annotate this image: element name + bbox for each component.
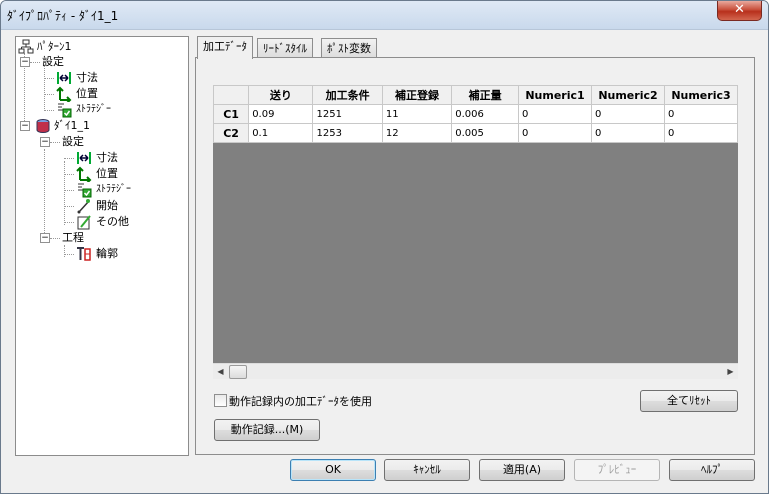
tree-label: ﾀﾞｲ1_1: [54, 119, 90, 132]
use-recorded-data-checkbox[interactable]: [214, 394, 227, 407]
window-title: ﾀﾞｲﾌﾟﾛﾊﾟﾃｨ - ﾀﾞｲ1_1: [7, 9, 119, 23]
cancel-button[interactable]: ｷｬﾝｾﾙ: [384, 459, 470, 481]
table-row: C2 0.1 1253 12 0.005 0 0 0: [213, 123, 738, 143]
tree-line: [44, 78, 54, 79]
table-cell[interactable]: 0.005: [451, 123, 520, 143]
tree-line: [44, 110, 54, 111]
column-header[interactable]: Numeric1: [518, 85, 592, 105]
column-header[interactable]: 送り: [248, 85, 314, 105]
dimension-icon: [77, 152, 91, 164]
column-header[interactable]: 加工条件: [312, 85, 383, 105]
ok-button[interactable]: OK: [290, 459, 376, 481]
tree-line: [64, 206, 74, 207]
column-header[interactable]: Numeric2: [591, 85, 665, 105]
table-row: C1 0.09 1251 11 0.006 0 0 0: [213, 104, 738, 124]
tree-line: [44, 94, 54, 95]
tree-line: [50, 142, 60, 143]
tree-line: [64, 222, 74, 223]
tree-label: ｽﾄﾗﾃｼﾞｰ: [96, 184, 131, 195]
die-icon: [36, 119, 50, 134]
tab-lead-style[interactable]: ﾘｰﾄﾞｽﾀｲﾙ: [257, 38, 313, 58]
tree-label: 寸法: [96, 151, 118, 164]
tree-label: 開始: [96, 199, 118, 212]
table-cell[interactable]: 0.09: [248, 104, 314, 124]
row-header[interactable]: C2: [213, 123, 250, 143]
collapse-icon[interactable]: −: [20, 121, 30, 131]
tree-label: 工程: [62, 231, 84, 244]
table-cell[interactable]: 0: [663, 123, 738, 143]
data-table: 送り 加工条件 補正登録 補正量 Numeric1 Numeric2 Numer…: [213, 85, 738, 143]
dimension-icon: [57, 72, 71, 84]
row-header[interactable]: C1: [213, 104, 250, 124]
table-header-row: 送り 加工条件 補正登録 補正量 Numeric1 Numeric2 Numer…: [213, 85, 738, 105]
tree-label: その他: [96, 215, 129, 228]
tree-label: 位置: [96, 167, 118, 180]
tree-line: [30, 62, 40, 63]
apply-button[interactable]: 適用(A): [479, 459, 565, 481]
table-cell[interactable]: 11: [381, 104, 453, 124]
position-icon: [76, 166, 92, 182]
table-cell[interactable]: 1251: [312, 104, 383, 124]
tree-line: [64, 190, 74, 191]
tree-line: [44, 149, 45, 241]
reset-all-button[interactable]: 全てﾘｾｯﾄ: [640, 390, 738, 412]
title-bar[interactable]: ﾀﾞｲﾌﾟﾛﾊﾟﾃｨ - ﾀﾞｲ1_1 ✕: [1, 1, 768, 30]
tree-label: ｽﾄﾗﾃｼﾞｰ: [76, 104, 111, 115]
column-header[interactable]: Numeric3: [663, 85, 738, 105]
tree-line: [64, 245, 65, 257]
scroll-right-icon[interactable]: ▶: [723, 364, 738, 379]
dialog-window: ﾀﾞｲﾌﾟﾛﾊﾟﾃｨ - ﾀﾞｲ1_1 ✕ ﾊﾟﾀｰﾝ1 − 設定 寸法 位置: [0, 0, 769, 494]
scroll-thumb[interactable]: [229, 365, 247, 379]
column-header[interactable]: 補正登録: [381, 85, 453, 105]
corner-cell: [213, 85, 250, 105]
table-cell[interactable]: 0.006: [451, 104, 520, 124]
tree-label: 設定: [62, 135, 84, 148]
position-icon: [56, 86, 72, 102]
other-icon: [77, 215, 91, 230]
tree-line: [64, 158, 74, 159]
tree-line: [44, 65, 45, 109]
tree-line: [64, 254, 74, 255]
column-header[interactable]: 補正量: [451, 85, 520, 105]
horizontal-scrollbar[interactable]: ◀ ▶: [213, 363, 738, 379]
collapse-icon[interactable]: −: [40, 233, 50, 243]
start-icon: [77, 199, 90, 214]
scroll-left-icon[interactable]: ◀: [213, 364, 228, 379]
preview-button: ﾌﾟﾚﾋﾞｭｰ: [574, 459, 660, 481]
property-tree[interactable]: ﾊﾟﾀｰﾝ1 − 設定 寸法 位置 ｽﾄﾗﾃｼﾞｰ − ﾀﾞｲ1_1 − 設定 …: [15, 36, 189, 456]
tab-post-variables[interactable]: ﾎﾟｽﾄ変数: [321, 38, 377, 58]
table-cell[interactable]: 0: [591, 104, 665, 124]
close-button[interactable]: ✕: [717, 1, 762, 21]
table-cell[interactable]: 0: [663, 104, 738, 124]
action-record-button[interactable]: 動作記録...(M): [214, 419, 320, 441]
network-icon: [18, 39, 34, 54]
tab-machining-data[interactable]: 加工ﾃﾞｰﾀ: [197, 36, 253, 59]
strategy-icon: [58, 103, 72, 118]
strategy-icon: [78, 183, 92, 198]
tree-label: 輪郭: [96, 247, 118, 260]
tree-line: [64, 161, 65, 225]
checkbox-label: 動作記録内の加工ﾃﾞｰﾀを使用: [229, 395, 372, 408]
tree-label: ﾊﾟﾀｰﾝ1: [37, 40, 72, 53]
tree-label: 位置: [76, 87, 98, 100]
table-cell[interactable]: 0.1: [248, 123, 314, 143]
machining-data-grid[interactable]: 送り 加工条件 補正登録 補正量 Numeric1 Numeric2 Numer…: [213, 85, 738, 363]
collapse-icon[interactable]: −: [40, 137, 50, 147]
tree-line: [50, 238, 60, 239]
contour-icon: [77, 247, 91, 261]
tree-label: 寸法: [76, 71, 98, 84]
table-cell[interactable]: 1253: [312, 123, 383, 143]
help-button[interactable]: ﾍﾙﾌﾟ: [669, 459, 755, 481]
collapse-icon[interactable]: −: [20, 57, 30, 67]
table-cell[interactable]: 0: [518, 104, 592, 124]
table-cell[interactable]: 0: [591, 123, 665, 143]
tree-line: [64, 174, 74, 175]
tree-label: 設定: [42, 55, 64, 68]
table-cell[interactable]: 12: [381, 123, 453, 143]
table-cell[interactable]: 0: [518, 123, 592, 143]
